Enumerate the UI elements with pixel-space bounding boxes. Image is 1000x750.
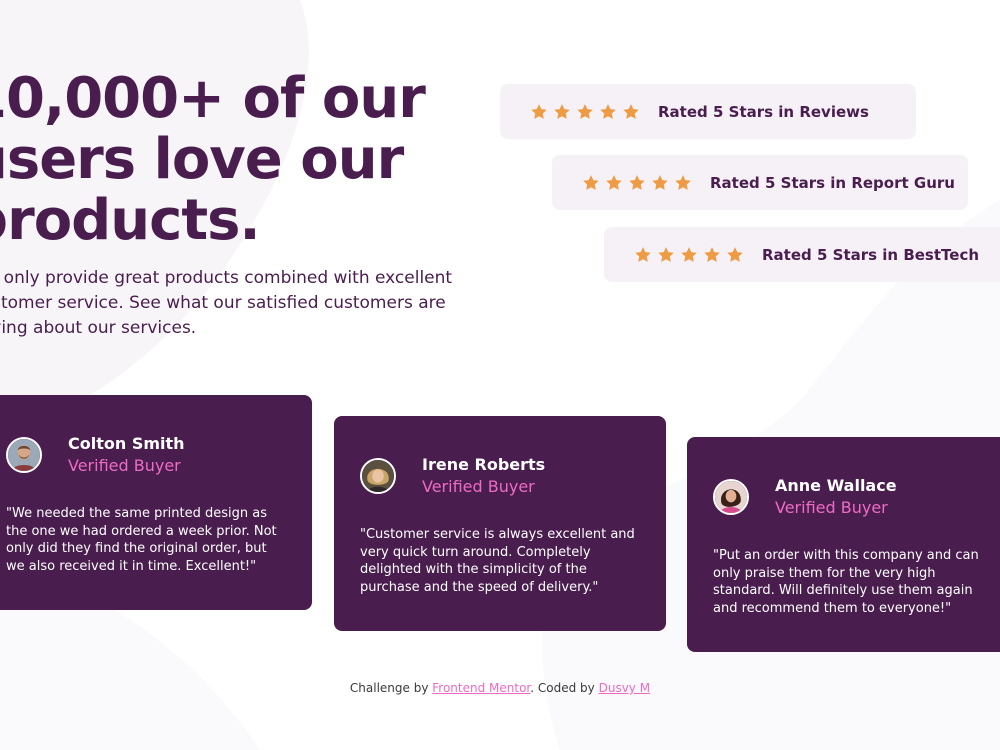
testimonial-quote: "We needed the same printed design as th… xyxy=(6,506,277,574)
reviewer-name: Irene Roberts xyxy=(422,455,546,474)
star-icon xyxy=(583,174,599,190)
star-rating xyxy=(634,246,744,264)
attribution-footer: Challenge by Frontend Mentor. Coded by D… xyxy=(0,681,1000,695)
card-header: Colton Smith Verified Buyer xyxy=(6,433,286,477)
testimonial-card-anne: Anne Wallace Verified Buyer "Put an orde… xyxy=(687,437,1000,652)
author-link[interactable]: Dusvy M xyxy=(599,681,650,695)
star-icon xyxy=(658,246,674,262)
hero-title: 10,000+ of our users love our products. xyxy=(0,68,468,251)
star-icon xyxy=(600,103,616,119)
star-rating xyxy=(582,174,692,192)
hero-description: We only provide great products combined … xyxy=(0,268,453,338)
rating-label: Rated 5 Stars in Report Guru xyxy=(710,173,955,192)
star-icon xyxy=(531,103,547,119)
attribution-prefix: Challenge by xyxy=(349,681,433,695)
rating-report-guru: Rated 5 Stars in Report Guru xyxy=(552,155,968,210)
avatar xyxy=(360,458,396,494)
verified-badge: Verified Buyer xyxy=(422,477,535,496)
star-icon xyxy=(623,103,639,119)
verified-badge: Verified Buyer xyxy=(775,498,888,517)
hero-title-line-1: 10,000+ of our xyxy=(0,66,426,131)
reviewer-name: Anne Wallace xyxy=(775,476,897,495)
frontend-mentor-link[interactable]: Frontend Mentor xyxy=(432,681,530,695)
reviewer-name: Colton Smith xyxy=(68,434,185,453)
rating-besttech: Rated 5 Stars in BestTech xyxy=(604,227,1000,282)
star-rating xyxy=(530,103,640,121)
hero-title-line-2: users love our xyxy=(0,127,404,192)
star-icon xyxy=(704,246,720,262)
avatar xyxy=(6,437,42,473)
testimonial-card-colton: Colton Smith Verified Buyer "We needed t… xyxy=(0,395,312,610)
star-icon xyxy=(606,174,622,190)
hero-title-line-3: products. xyxy=(0,188,261,253)
testimonial-quote: "Customer service is always excellent an… xyxy=(360,527,635,595)
testimonial-card-irene: Irene Roberts Verified Buyer "Customer s… xyxy=(334,416,666,631)
star-icon xyxy=(635,246,651,262)
attribution-middle: . Coded by xyxy=(530,681,599,695)
verified-badge: Verified Buyer xyxy=(68,456,181,475)
star-icon xyxy=(727,246,743,262)
card-header: Anne Wallace Verified Buyer xyxy=(713,475,993,519)
card-header: Irene Roberts Verified Buyer xyxy=(360,454,640,498)
avatar xyxy=(713,479,749,515)
testimonials-page: 10,000+ of our users love our products. … xyxy=(0,0,1000,750)
testimonial-quote: "Put an order with this company and can … xyxy=(713,548,979,616)
star-icon xyxy=(681,246,697,262)
star-icon xyxy=(675,174,691,190)
rating-label: Rated 5 Stars in Reviews xyxy=(658,102,869,121)
star-icon xyxy=(652,174,668,190)
star-icon xyxy=(577,103,593,119)
star-icon xyxy=(554,103,570,119)
star-icon xyxy=(629,174,645,190)
rating-reviews: Rated 5 Stars in Reviews xyxy=(500,84,916,139)
rating-label: Rated 5 Stars in BestTech xyxy=(762,245,980,264)
